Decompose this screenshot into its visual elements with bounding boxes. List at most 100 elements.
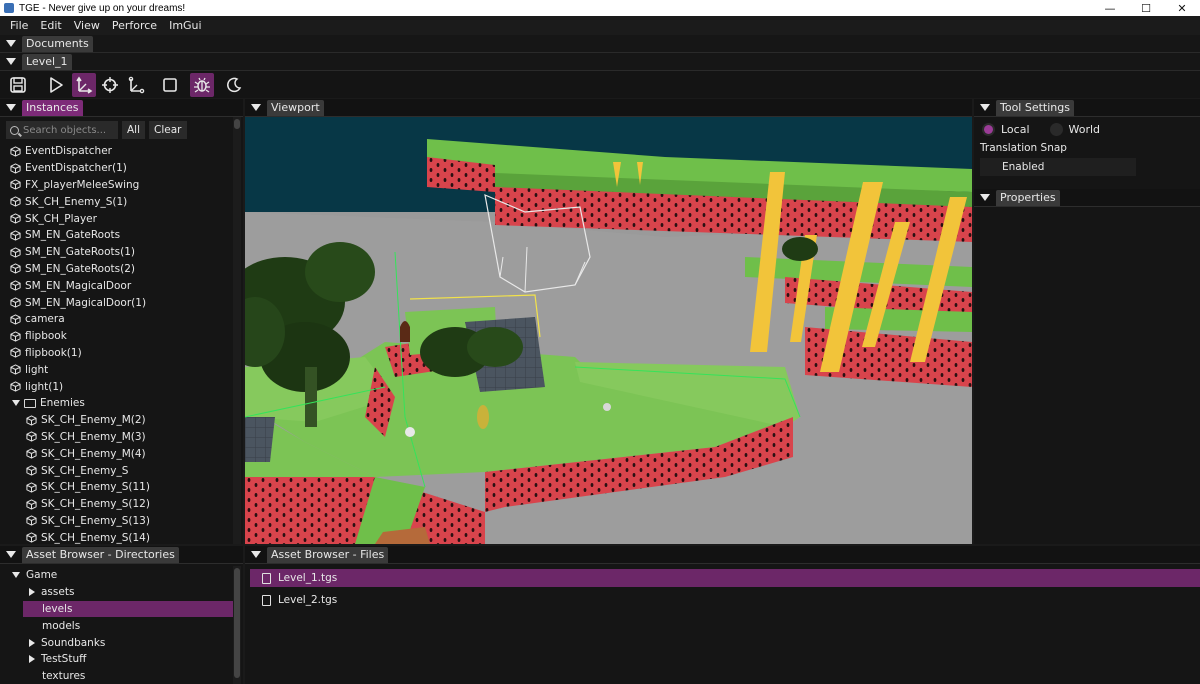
instances-tree: EventDispatcher EventDispatcher(1) FX_play… [0,143,243,544]
dir-item[interactable]: assets [23,584,237,601]
close-icon[interactable]: ✕ [1164,0,1200,16]
maximize-icon[interactable]: ☐ [1128,0,1164,16]
instance-label: SM_EN_GateRoots [25,229,121,242]
dir-item[interactable]: TestStuff [23,651,237,668]
instance-item[interactable]: EventDispatcher [10,143,243,160]
menu-view[interactable]: View [68,19,106,32]
translation-snap-enabled-checkbox[interactable]: Enabled [980,158,1136,176]
cube-icon [10,163,21,174]
caret-right-icon [29,588,35,597]
square-button[interactable] [158,73,182,97]
collapse-triangle-icon[interactable] [980,194,990,201]
instance-item[interactable]: SK_CH_Enemy_S(12) [10,496,243,513]
folder-label: Enemies [40,397,85,410]
instance-item[interactable]: SK_CH_Enemy_S(1) [10,193,243,210]
square-icon [163,77,177,92]
instance-item[interactable]: SM_EN_GateRoots(2) [10,261,243,278]
menu-file[interactable]: File [4,19,34,32]
all-button[interactable]: All [122,121,146,139]
cube-icon [10,146,21,157]
instance-item[interactable]: EventDispatcher(1) [10,160,243,177]
tab-instances[interactable]: Instances [22,99,83,116]
instance-item[interactable]: flipbook(1) [10,345,243,362]
cube-icon [10,280,21,291]
scrollbar-thumb[interactable] [234,119,240,129]
viewport-3d-scene[interactable] [245,117,972,544]
viewport-header: Viewport [245,99,972,117]
instance-item[interactable]: SM_EN_GateRoots(1) [10,244,243,261]
collapse-triangle-icon[interactable] [6,104,16,111]
instance-item[interactable]: FX_playerMeleeSwing [10,177,243,194]
local-radio[interactable] [982,123,995,136]
dir-label: textures [42,670,86,683]
instance-item[interactable]: flipbook [10,328,243,345]
tab-documents[interactable]: Documents [22,35,93,52]
scrollbar-thumb[interactable] [234,568,240,678]
instance-item[interactable]: SK_CH_Enemy_S(13) [10,513,243,530]
instance-item[interactable]: light(1) [10,378,243,395]
instance-item[interactable]: SM_EN_MagicalDoor [10,277,243,294]
instance-item[interactable]: SK_CH_Player [10,210,243,227]
caret-down-icon [12,400,20,407]
instance-item[interactable]: SM_EN_GateRoots [10,227,243,244]
window-title: TGE - Never give up on your dreams! [19,2,186,14]
instances-scrollbar[interactable] [233,117,241,544]
menu-edit[interactable]: Edit [34,19,67,32]
tab-asset-directories[interactable]: Asset Browser - Directories [22,546,179,563]
file-item[interactable]: Level_2.tgs [250,591,1200,609]
cube-icon [10,196,21,207]
dir-item[interactable]: levels [23,600,237,618]
instance-folder-enemies[interactable]: Enemies [10,395,243,412]
translate-gizmo-icon [76,76,93,94]
clear-button[interactable]: Clear [149,121,187,139]
instance-item[interactable]: SK_CH_Enemy_M(2) [10,412,243,429]
dir-root[interactable]: Game [10,567,243,584]
tab-asset-files[interactable]: Asset Browser - Files [267,546,389,563]
collapse-triangle-icon[interactable] [980,104,990,111]
dir-children: assets levels models Soundbanks TestStuff tex… [10,584,243,684]
file-label: Level_2.tgs [278,594,338,606]
instance-item[interactable]: SK_CH_Enemy_M(3) [10,429,243,446]
tab-properties[interactable]: Properties [996,189,1060,206]
tab-level[interactable]: Level_1 [22,53,72,70]
cube-icon [10,314,21,325]
toolbar [0,71,1200,98]
tab-tool-settings[interactable]: Tool Settings [996,99,1074,116]
theme-button[interactable] [222,73,246,97]
save-button[interactable] [6,73,30,97]
world-radio[interactable] [1049,123,1063,136]
scale-gizmo-icon [128,76,145,93]
translate-button[interactable] [72,72,96,97]
search-icon [10,125,19,135]
instance-item[interactable]: camera [10,311,243,328]
tab-viewport[interactable]: Viewport [267,99,324,116]
instance-item[interactable]: light [10,361,243,378]
instance-item[interactable]: SK_CH_Enemy_S(14) [10,529,243,544]
debug-button[interactable] [190,72,214,97]
scale-button[interactable] [124,73,148,97]
instance-label: EventDispatcher [25,145,112,158]
instance-item[interactable]: SK_CH_Enemy_M(4) [10,445,243,462]
instance-label: light [25,363,49,376]
instance-item[interactable]: SK_CH_Enemy_S [10,462,243,479]
collapse-triangle-icon[interactable] [251,551,261,558]
collapse-triangle-icon[interactable] [6,58,16,65]
collapse-triangle-icon[interactable] [251,104,261,111]
instance-item[interactable]: SK_CH_Enemy_S(11) [10,479,243,496]
play-button[interactable] [44,73,68,97]
collapse-triangle-icon[interactable] [6,40,16,47]
rotate-button[interactable] [98,73,122,97]
directories-scrollbar[interactable] [233,566,241,684]
dir-item[interactable]: textures [23,668,237,684]
dir-item[interactable]: Soundbanks [23,634,237,651]
collapse-triangle-icon[interactable] [6,551,16,558]
instance-item[interactable]: SM_EN_MagicalDoor(1) [10,294,243,311]
menu-imgui[interactable]: ImGui [163,19,208,32]
cube-icon [26,499,37,510]
instance-label: SM_EN_MagicalDoor [25,279,132,292]
search-input[interactable]: Search objects... [6,121,118,139]
file-item[interactable]: Level_1.tgs [250,569,1200,587]
menu-perforce[interactable]: Perforce [106,19,163,32]
minimize-icon[interactable]: — [1092,0,1128,16]
dir-item[interactable]: models [23,617,237,634]
